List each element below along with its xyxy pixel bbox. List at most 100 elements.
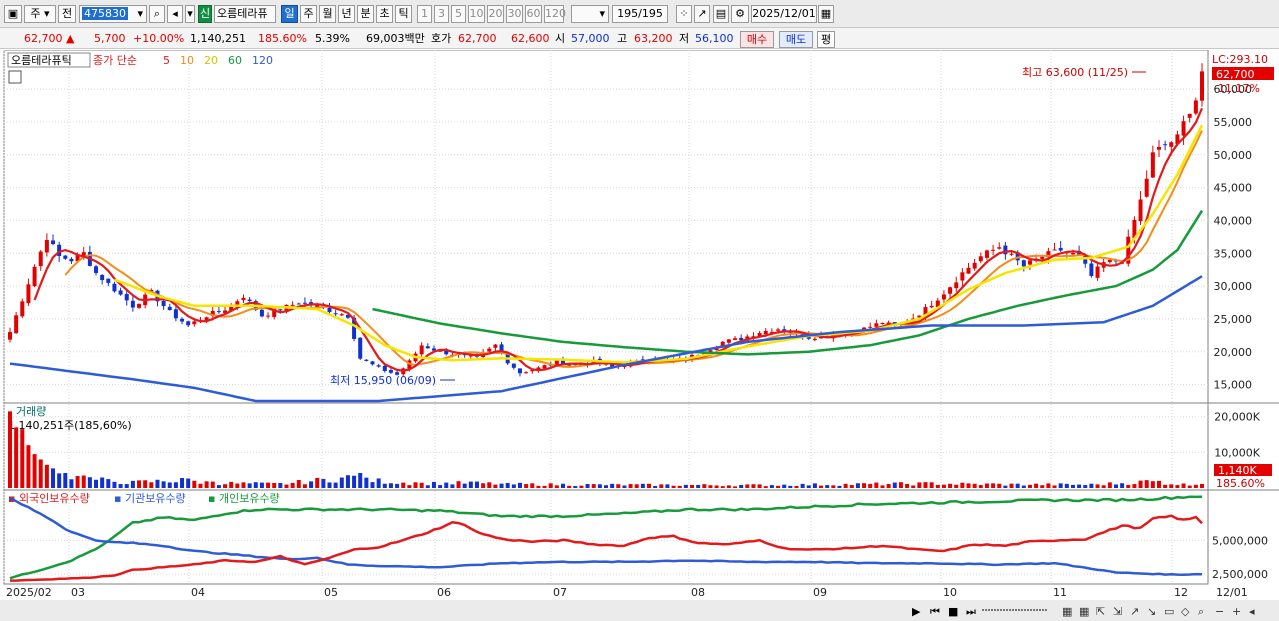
price-change-pct: +10.00% bbox=[133, 32, 185, 45]
volume-bar bbox=[880, 485, 885, 488]
candle-body bbox=[425, 346, 430, 349]
stock-chart[interactable]: 60,00055,00050,00045,00040,00035,00030,0… bbox=[0, 50, 1279, 621]
window-icon[interactable]: ▣ bbox=[4, 5, 22, 23]
calendar-icon[interactable]: ▦ bbox=[818, 5, 834, 23]
volume-bar bbox=[647, 483, 652, 488]
volume-bar bbox=[929, 482, 934, 488]
scope-button[interactable]: 전 bbox=[58, 5, 76, 23]
candle-body bbox=[112, 283, 117, 292]
candle-body bbox=[733, 338, 738, 340]
candle-body bbox=[302, 302, 307, 304]
volume-bar bbox=[1040, 485, 1045, 488]
date-tick-label: 08 bbox=[691, 586, 705, 599]
scroll-button: ▶ bbox=[912, 605, 921, 618]
search-icon[interactable]: ⌕ bbox=[149, 5, 165, 23]
volume-bar bbox=[266, 482, 271, 488]
hoga-label: 호가 bbox=[431, 32, 452, 45]
save-icon[interactable]: ▤ bbox=[713, 5, 729, 23]
volume-bar bbox=[173, 482, 178, 488]
candle-body bbox=[388, 370, 393, 373]
date-tick-label: 03 bbox=[71, 586, 85, 599]
volume-bar bbox=[450, 484, 455, 488]
sell-button[interactable]: 매도 bbox=[779, 31, 813, 48]
period-type-select[interactable]: 주 ▾ bbox=[24, 5, 56, 23]
period-tab-6[interactable]: 틱 bbox=[395, 5, 412, 23]
high-price: 63,200 bbox=[634, 32, 673, 45]
interval-tab-1[interactable]: 1 bbox=[417, 5, 432, 23]
price-tick-label: 45,000 bbox=[1214, 182, 1253, 195]
buy-button[interactable]: 매수 bbox=[740, 31, 774, 48]
candle-body bbox=[161, 300, 166, 307]
period-tab-4[interactable]: 분 bbox=[357, 5, 374, 23]
volume-bar bbox=[794, 485, 799, 488]
candle-body bbox=[173, 309, 178, 319]
interval-tab-120[interactable]: 120 bbox=[544, 5, 566, 23]
candle-body bbox=[542, 365, 547, 369]
volume-bar bbox=[972, 483, 977, 488]
volume-bar bbox=[272, 483, 277, 488]
period-tab-2[interactable]: 월 bbox=[319, 5, 336, 23]
volume-bar bbox=[462, 483, 467, 488]
candle-body bbox=[763, 331, 768, 335]
settings-icon[interactable]: ⚙ bbox=[731, 5, 749, 23]
scroll-button: ⏮ bbox=[930, 605, 940, 618]
candle-body bbox=[382, 365, 387, 371]
candle-body bbox=[1138, 199, 1143, 222]
interval-tab-30[interactable]: 30 bbox=[506, 5, 523, 23]
volume-bar bbox=[284, 484, 289, 488]
holding-legend: ▪ 개인보유수량 bbox=[208, 492, 280, 505]
candle-body bbox=[524, 372, 529, 374]
interval-tab-60[interactable]: 60 bbox=[525, 5, 542, 23]
interval-tab-5[interactable]: 5 bbox=[451, 5, 466, 23]
stock-code-input[interactable]: 475830 ▾ bbox=[79, 5, 147, 23]
volume-bar bbox=[425, 485, 430, 488]
volume-bar bbox=[610, 483, 615, 488]
price-tick-label: 30,000 bbox=[1214, 280, 1253, 293]
volume-bar bbox=[296, 480, 301, 488]
volume-value: 1,140,251 bbox=[190, 32, 246, 45]
date-input[interactable]: 2025/12/01 bbox=[751, 5, 817, 23]
volume-bar bbox=[124, 484, 129, 488]
interval-tab-10[interactable]: 10 bbox=[468, 5, 485, 23]
volume-bar bbox=[1138, 480, 1143, 488]
volume-bar bbox=[714, 485, 719, 488]
high-label: 고 bbox=[617, 32, 628, 45]
interval-input[interactable]: ▾ bbox=[571, 5, 609, 23]
chevron-down-icon[interactable]: ▾ bbox=[185, 5, 195, 23]
period-tab-1[interactable]: 주 bbox=[300, 5, 317, 23]
candle-body bbox=[32, 266, 37, 287]
volume-bar bbox=[1175, 485, 1180, 488]
period-tab-5[interactable]: 초 bbox=[376, 5, 393, 23]
volume-bar bbox=[1101, 485, 1106, 488]
candle-body bbox=[1058, 247, 1063, 251]
candle-body bbox=[880, 322, 885, 324]
volume-bar bbox=[720, 486, 725, 488]
candle-body bbox=[124, 294, 129, 301]
volume-bar bbox=[137, 480, 142, 488]
volume-bar bbox=[905, 483, 910, 488]
period-tab-0[interactable]: 일 bbox=[281, 5, 298, 23]
calculator-icon bbox=[8, 70, 22, 84]
chart-tool-icon[interactable]: ↗ bbox=[694, 5, 710, 23]
candle-body bbox=[1070, 252, 1075, 255]
volume-bar bbox=[819, 485, 824, 488]
series-name: 오름테라퓨틱 bbox=[11, 54, 72, 67]
candle-body bbox=[51, 240, 56, 245]
interval-tab-3[interactable]: 3 bbox=[434, 5, 449, 23]
period-tab-3[interactable]: 년 bbox=[338, 5, 355, 23]
data-count: 195/195 bbox=[612, 5, 668, 23]
volume-bar bbox=[597, 484, 602, 488]
price-tick-label: 55,000 bbox=[1214, 116, 1253, 129]
eval-button[interactable]: 평 bbox=[817, 31, 835, 48]
candle-body bbox=[100, 274, 105, 281]
candle-body bbox=[1144, 178, 1149, 197]
grid-icon[interactable]: ⁘ bbox=[676, 5, 692, 23]
candle-body bbox=[1150, 152, 1155, 178]
volume-bar bbox=[966, 483, 971, 488]
candle-body bbox=[290, 304, 295, 306]
candle-body bbox=[38, 251, 43, 267]
candle-body bbox=[94, 266, 99, 273]
interval-tab-20[interactable]: 20 bbox=[487, 5, 504, 23]
volume-bar bbox=[413, 482, 418, 488]
speaker-icon[interactable]: ◂ bbox=[167, 5, 183, 23]
